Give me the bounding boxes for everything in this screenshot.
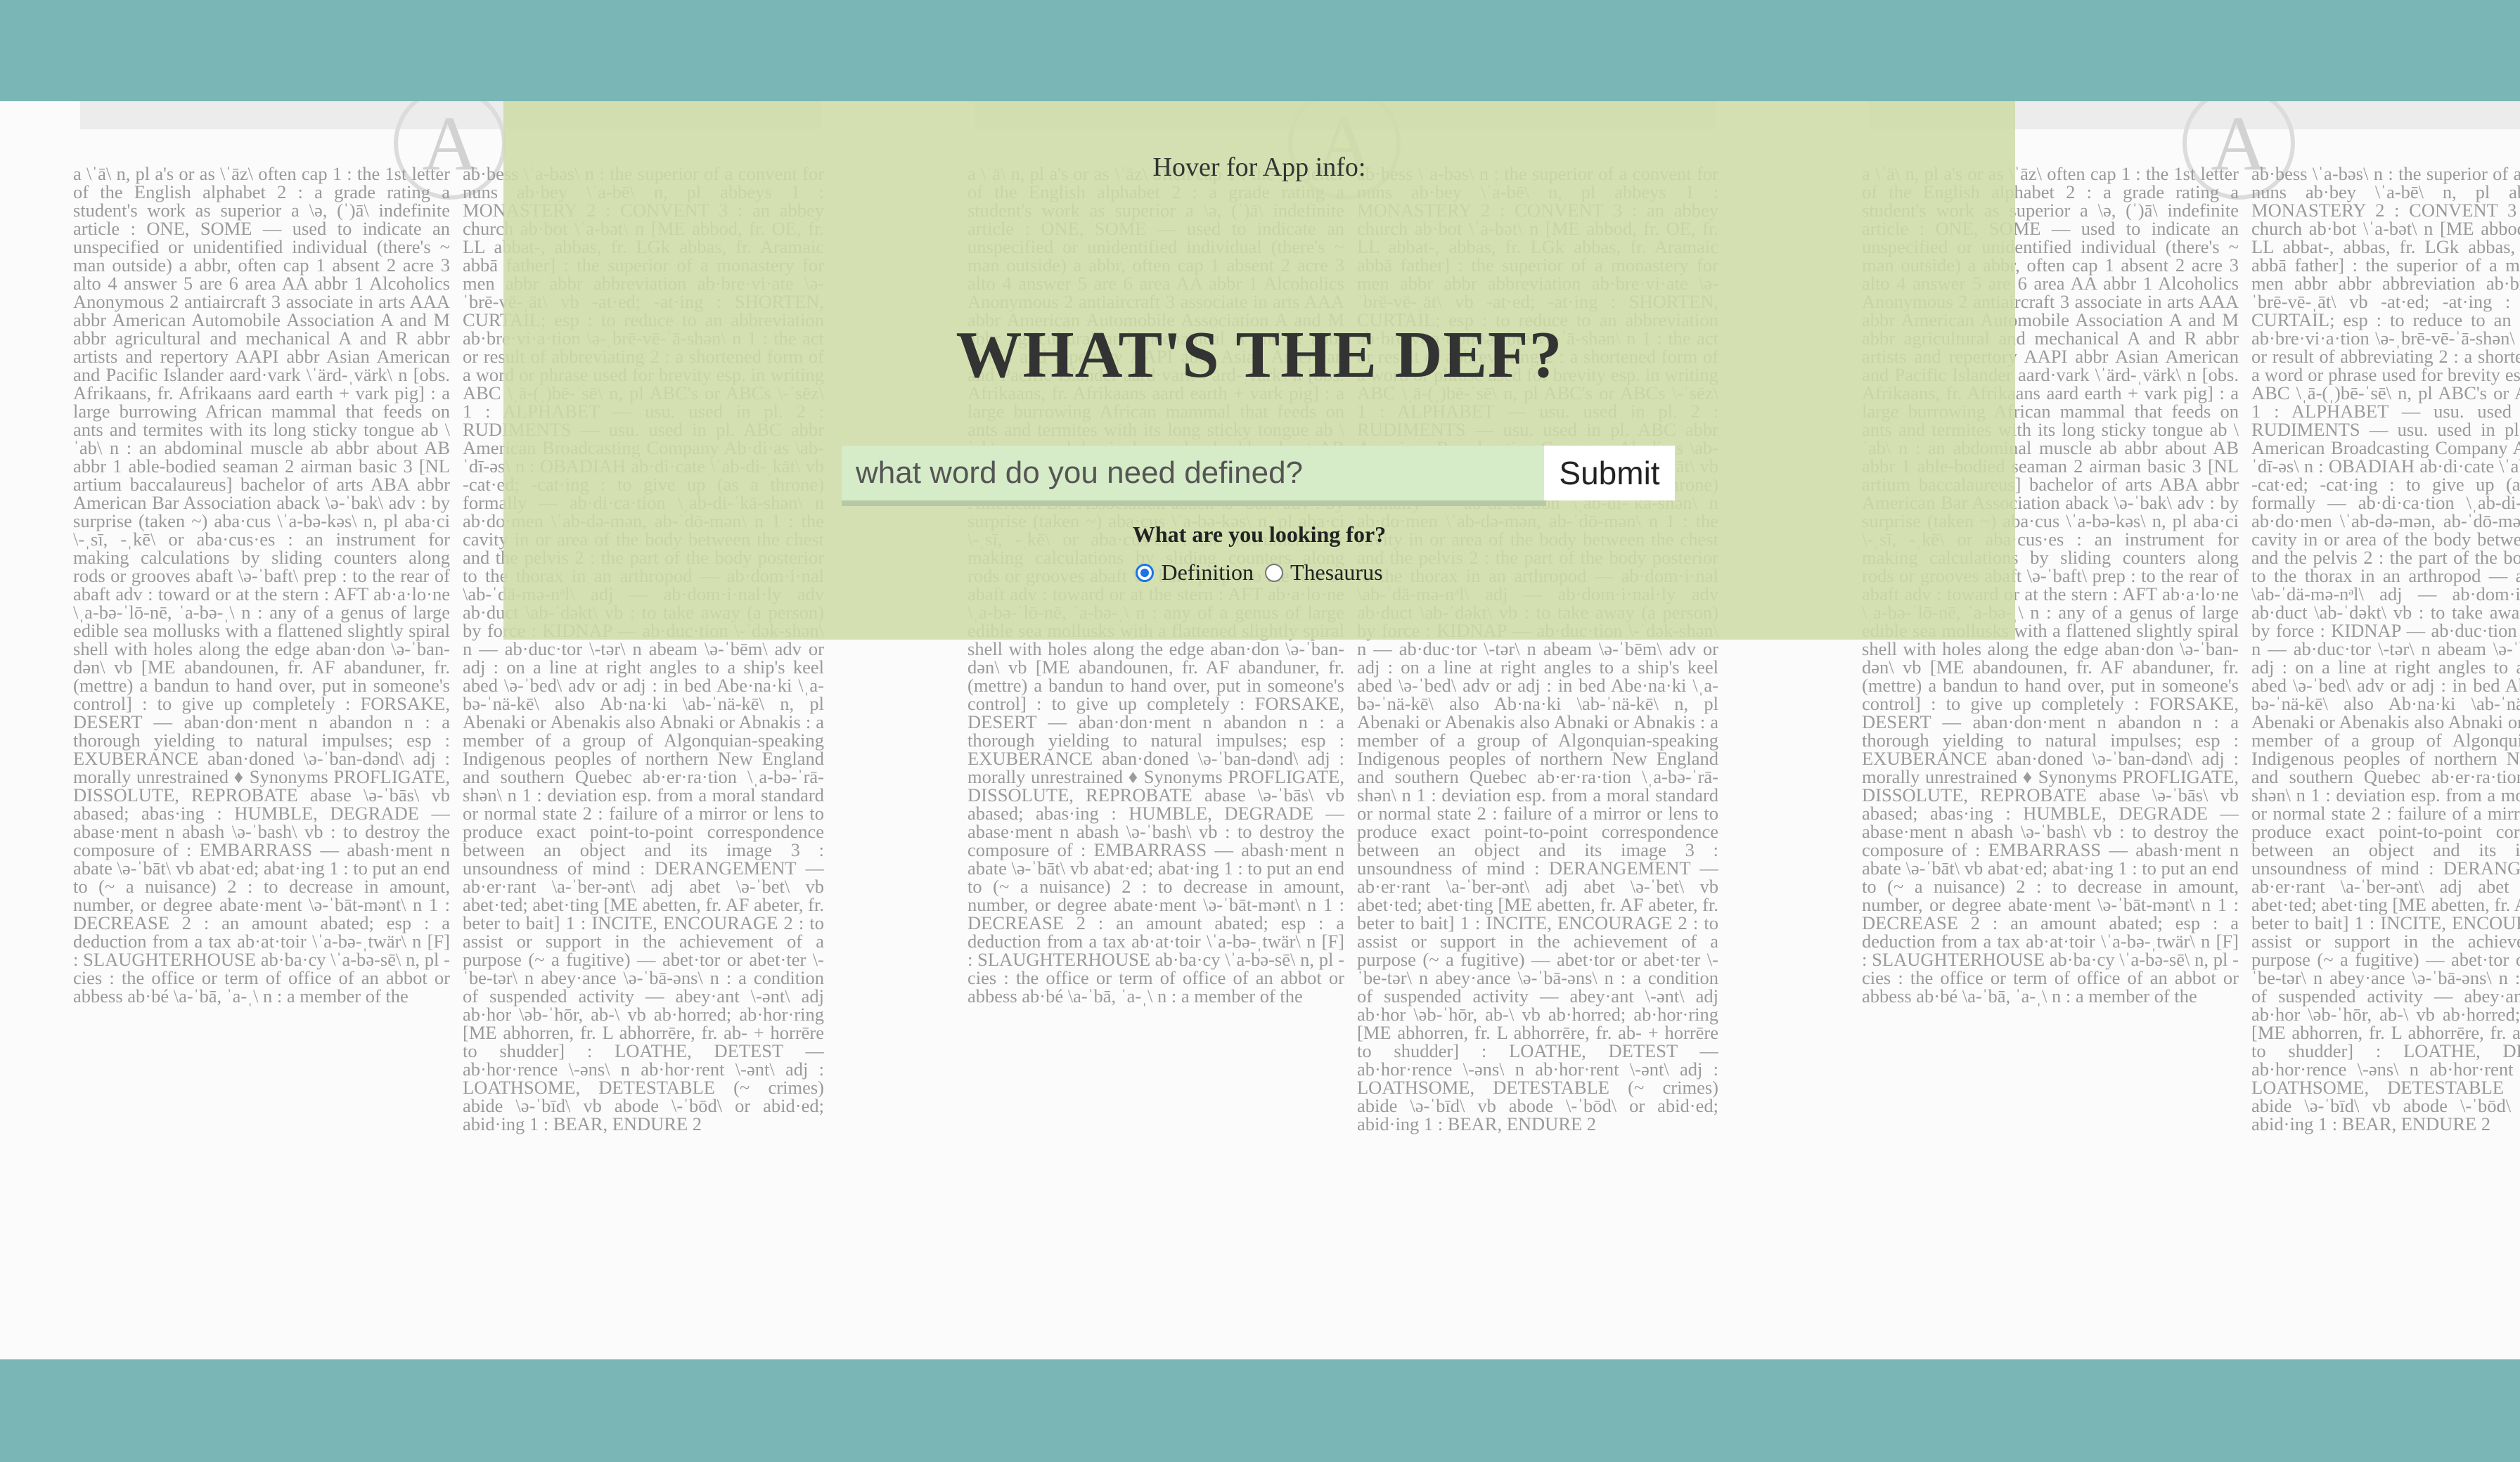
search-input[interactable]: [842, 446, 1546, 506]
search-panel: Hover for App info: WHAT'S THE DEF? Subm…: [503, 101, 2015, 640]
app-info-hover[interactable]: Hover for App info:: [503, 152, 2015, 183]
submit-button[interactable]: Submit: [1544, 446, 1675, 500]
dictionary-column: ab·bess \ˈa-bəs\ n : the superior of a c…: [2251, 164, 2520, 1134]
mode-question: What are you looking for?: [1132, 522, 1387, 547]
radio-definition-button[interactable]: [1136, 563, 1155, 582]
radio-thesaurus-button[interactable]: [1265, 563, 1283, 582]
bottom-band: [0, 1359, 2520, 1462]
radio-thesaurus[interactable]: Thesaurus: [1265, 559, 1383, 586]
radio-thesaurus-label: Thesaurus: [1290, 559, 1383, 585]
top-band: [0, 0, 2520, 101]
mode-radio-group: Definition Thesaurus: [503, 559, 2015, 586]
radio-definition[interactable]: Definition: [1136, 559, 1254, 586]
radio-definition-label: Definition: [1161, 559, 1254, 585]
dictionary-column: a \ˈā\ n, pl a's or as \ˈāz\ often cap 1…: [73, 164, 450, 1007]
page-title: WHAT'S THE DEF?: [956, 318, 1563, 392]
